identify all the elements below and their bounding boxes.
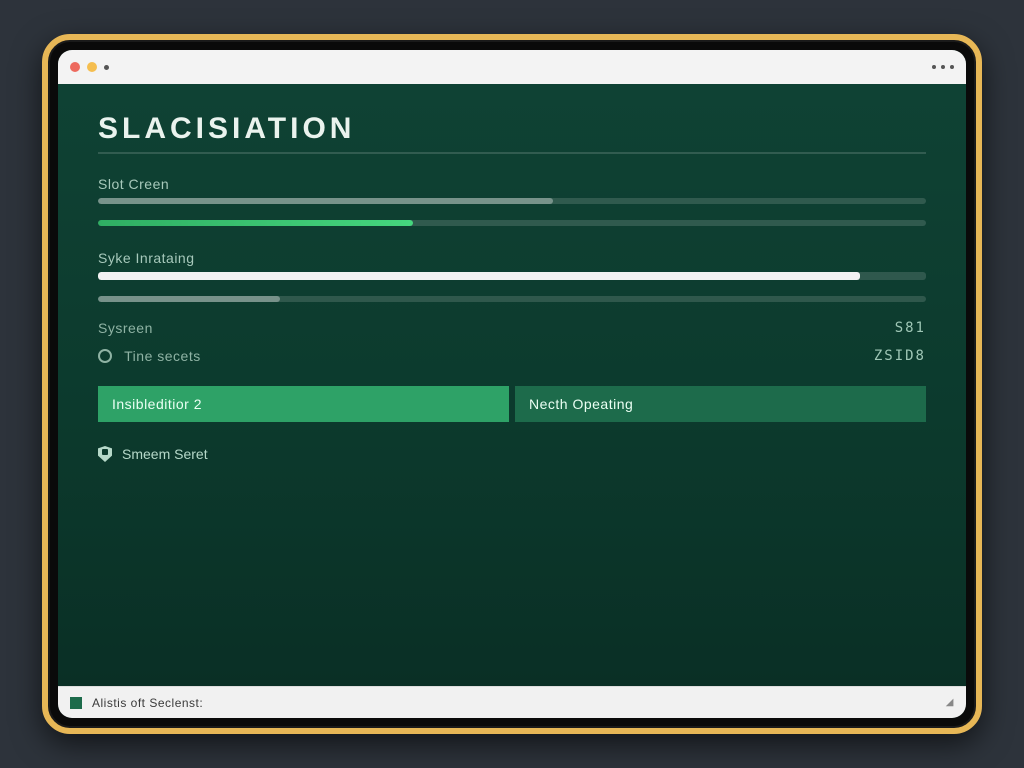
progress-fill-1a: [98, 198, 553, 204]
button-row: Insibleditior 2 Necth Opeating: [98, 386, 926, 422]
progress-track-2: [98, 272, 926, 280]
progress-label-2: Syke Inrataing: [98, 250, 926, 266]
clock-icon: [98, 349, 112, 363]
app-window: SLACISIATION Slot Creen Syke Inrataing: [58, 50, 966, 718]
window-controls: [70, 62, 109, 72]
page-title: SLACISIATION: [98, 112, 926, 146]
kebab-menu-icon[interactable]: [932, 65, 954, 69]
installer-content: SLACISIATION Slot Creen Syke Inrataing: [58, 84, 966, 686]
progress-fill-3: [98, 296, 280, 302]
minimize-icon[interactable]: [87, 62, 97, 72]
stat-label: Sysreen: [98, 320, 153, 336]
progress-track-3: [98, 296, 926, 302]
stat-row-1: Sysreen S81: [98, 320, 926, 336]
progress-label-1: Slot Creen: [98, 176, 926, 192]
stat-value: ZSID8: [874, 348, 926, 364]
divider: [98, 152, 926, 154]
device-frame: SLACISIATION Slot Creen Syke Inrataing: [42, 34, 982, 734]
progress-track-1: [98, 198, 926, 204]
status-indicator-icon: [70, 697, 82, 709]
stat-value: S81: [895, 320, 926, 336]
progress-fill-2: [98, 272, 860, 280]
close-icon[interactable]: [70, 62, 80, 72]
statusbar: Alistis oft Seclenst: ◢: [58, 686, 966, 718]
progress-track-1b: [98, 220, 926, 226]
status-text: Alistis oft Seclenst:: [92, 696, 203, 710]
secondary-link[interactable]: Smeem Seret: [98, 446, 926, 462]
resize-grip-icon[interactable]: ◢: [946, 697, 954, 708]
progress-fill-1b: [98, 220, 413, 226]
shield-icon: [98, 446, 112, 462]
stat-row-2: Tine secets ZSID8: [98, 348, 926, 364]
dot-icon: [104, 65, 109, 70]
titlebar: [58, 50, 966, 84]
install-button[interactable]: Insibleditior 2: [98, 386, 509, 422]
link-label: Smeem Seret: [122, 446, 208, 462]
next-button[interactable]: Necth Opeating: [515, 386, 926, 422]
stat-label: Tine secets: [98, 348, 201, 364]
